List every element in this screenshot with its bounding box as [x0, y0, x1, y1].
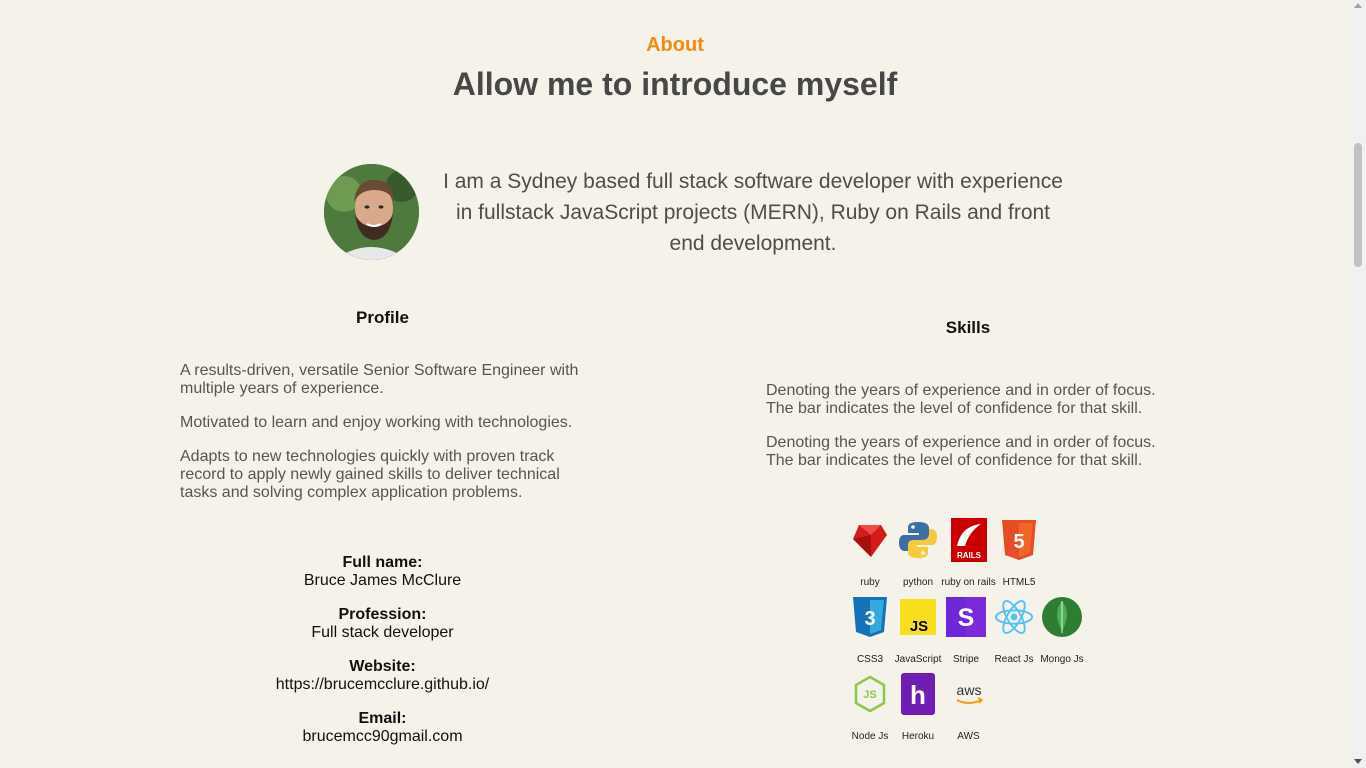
profile-heading: Profile — [356, 308, 409, 327]
section-eyebrow: About — [646, 34, 704, 56]
skill-label: AWS — [957, 731, 980, 742]
skill-heroku: h Heroku — [894, 672, 942, 742]
skill-label: JavaScript — [894, 654, 942, 665]
profile-text: A results-driven, versatile Senior Softw… — [180, 362, 590, 518]
skill-label: python — [902, 577, 934, 588]
email-link[interactable]: brucemcc90gmail.com — [302, 728, 462, 745]
detail-value: Full stack developer — [311, 624, 454, 641]
css3-icon: 3 — [850, 595, 890, 639]
scroll-up-arrow-icon[interactable] — [1354, 3, 1362, 8]
detail-label: Profession: — [338, 606, 427, 623]
python-icon — [898, 518, 938, 562]
skill-label: Mongo Js — [1040, 654, 1084, 665]
detail-website: Website: https://brucemcclure.github.io/ — [230, 658, 535, 694]
skills-paragraph: Denoting the years of experience and in … — [766, 382, 1156, 417]
skill-node-js: JS Node Js — [846, 672, 894, 742]
nodejs-icon: JS — [850, 672, 890, 716]
html5-glyph: 5 — [1013, 531, 1024, 553]
skills-text: Denoting the years of experience and in … — [766, 382, 1186, 486]
detail-label: Full name: — [342, 554, 423, 571]
skill-html5: 5 HTML5 — [995, 518, 1043, 588]
skills-icon-row: 3 CSS3 JS JavaScript S Stripe React Js M… — [846, 595, 1096, 665]
skill-label: ruby on rails — [941, 577, 996, 588]
skill-mongo-js: Mongo Js — [1038, 595, 1086, 665]
javascript-icon: JS — [898, 595, 938, 639]
about-section: About Allow me to introduce myself I am … — [0, 0, 1350, 768]
skill-css3: 3 CSS3 — [846, 595, 894, 665]
scrollbar-thumb[interactable] — [1354, 143, 1362, 267]
skill-javascript: JS JavaScript — [894, 595, 942, 665]
stripe-icon: S — [946, 595, 986, 639]
detail-email: Email: brucemcc90gmail.com — [230, 710, 535, 746]
skill-ruby-on-rails: RAILS ruby on rails — [941, 518, 996, 588]
detail-value: Bruce James McClure — [303, 572, 462, 589]
html5-icon: 5 — [999, 518, 1039, 562]
heroku-glyph: h — [910, 680, 926, 710]
skill-label: Node Js — [851, 731, 889, 742]
skill-ruby: ruby — [846, 518, 894, 588]
detail-full-name: Full name: Bruce James McClure — [230, 554, 535, 590]
website-link[interactable]: https://brucemcclure.github.io/ — [276, 676, 489, 693]
skills-heading: Skills — [945, 318, 991, 337]
skill-label: Heroku — [901, 731, 935, 742]
rails-glyph: RAILS — [957, 551, 982, 560]
css3-glyph: 3 — [864, 608, 875, 630]
ruby-icon — [850, 518, 890, 562]
section-title: Allow me to introduce myself — [452, 66, 898, 102]
rails-icon: RAILS — [949, 518, 989, 562]
skill-label: Stripe — [952, 654, 980, 665]
skills-icon-row: ruby python RAILS ruby on rails 5 HTML5 — [846, 518, 1096, 588]
heroku-icon: h — [898, 672, 938, 716]
skill-react-js: React Js — [990, 595, 1038, 665]
skill-label: HTML5 — [1002, 577, 1036, 588]
profile-paragraph: Motivated to learn and enjoy working wit… — [180, 414, 573, 431]
mongodb-icon — [1042, 595, 1082, 639]
page-scrollbar[interactable] — [1350, 0, 1366, 768]
detail-label: Email: — [358, 710, 407, 727]
detail-label: Website: — [349, 658, 416, 675]
profile-details: Full name: Bruce James McClure Professio… — [230, 554, 535, 762]
skill-stripe: S Stripe — [942, 595, 990, 665]
skills-icons: ruby python RAILS ruby on rails 5 HTML5 — [846, 518, 1096, 749]
skills-icon-row: JS Node Js h Heroku aws AWS — [846, 672, 1096, 742]
javascript-glyph: JS — [910, 618, 928, 635]
profile-paragraph: Adapts to new technologies quickly with … — [180, 448, 560, 501]
skill-python: python — [894, 518, 942, 588]
aws-glyph: aws — [956, 682, 981, 698]
skill-aws: aws AWS — [942, 672, 995, 742]
scroll-down-arrow-icon[interactable] — [1354, 759, 1362, 764]
skill-label: React Js — [994, 654, 1034, 665]
skills-paragraph: Denoting the years of experience and in … — [766, 434, 1156, 469]
skill-label: CSS3 — [856, 654, 884, 665]
profile-paragraph: A results-driven, versatile Senior Softw… — [180, 362, 579, 397]
stripe-glyph: S — [958, 604, 975, 632]
nodejs-glyph: JS — [863, 689, 876, 701]
intro-text: I am a Sydney based full stack software … — [443, 170, 1063, 255]
avatar — [324, 164, 419, 260]
aws-icon: aws — [949, 672, 989, 716]
detail-profession: Profession: Full stack developer — [230, 606, 535, 642]
skill-label: ruby — [860, 577, 880, 588]
react-icon — [994, 595, 1034, 639]
